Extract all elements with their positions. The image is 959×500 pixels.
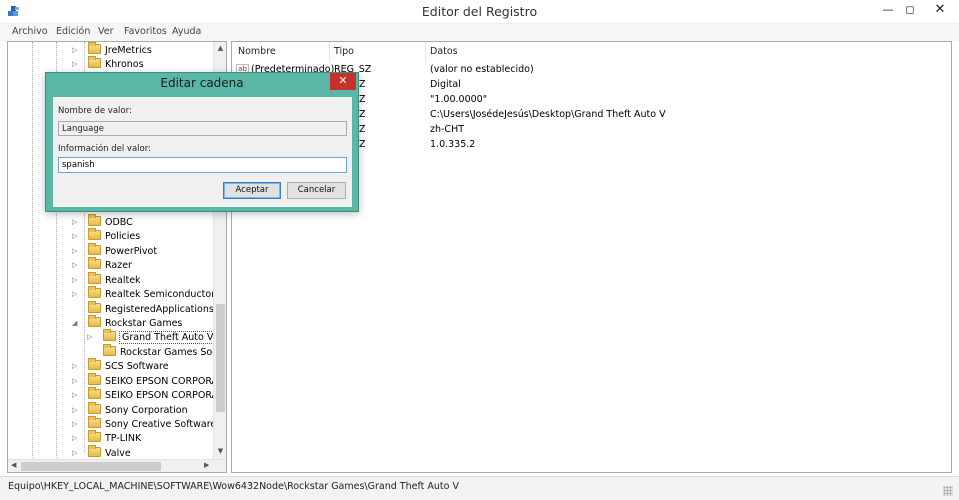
menu-edicion[interactable]: Edición bbox=[56, 26, 90, 37]
folder-icon bbox=[88, 286, 101, 298]
cancel-button[interactable]: Cancelar bbox=[287, 182, 346, 199]
value-data-input[interactable] bbox=[58, 157, 347, 173]
folder-icon bbox=[88, 56, 101, 68]
menu-ver[interactable]: Ver bbox=[98, 26, 114, 37]
tree-item-khronos[interactable]: ▷ Khronos bbox=[72, 56, 144, 72]
tree-guide-line bbox=[32, 42, 33, 460]
expand-icon[interactable]: ▷ bbox=[72, 290, 77, 298]
menu-ayuda[interactable]: Ayuda bbox=[172, 26, 201, 37]
close-icon[interactable]: ✕ bbox=[926, 0, 954, 20]
dialog-title: Editar cadena bbox=[160, 76, 244, 90]
window-title: Editor del Registro bbox=[421, 4, 538, 19]
tree-item-grand-theft-auto-v[interactable]: ▷ Grand Theft Auto V bbox=[87, 329, 217, 345]
scroll-thumb[interactable] bbox=[216, 304, 225, 412]
expand-icon[interactable]: ▷ bbox=[72, 232, 77, 240]
folder-icon bbox=[88, 416, 101, 428]
tree-item-policies[interactable]: ▷ Policies bbox=[72, 228, 140, 244]
scroll-up-icon[interactable]: ▲ bbox=[214, 44, 226, 52]
menu-archivo[interactable]: Archivo bbox=[12, 26, 48, 37]
folder-open-icon bbox=[88, 315, 101, 327]
tree-horizontal-scrollbar[interactable]: ◀ ▶ bbox=[8, 459, 226, 472]
scroll-right-icon[interactable]: ▶ bbox=[204, 461, 209, 469]
tree-item-sony-creative-software[interactable]: ▷ Sony Creative Software bbox=[72, 416, 216, 432]
value-name-field: Language bbox=[58, 121, 347, 136]
column-separator[interactable] bbox=[329, 42, 330, 62]
expand-icon[interactable]: ▷ bbox=[72, 60, 77, 68]
title-bar: Editor del Registro — ◻ ✕ bbox=[0, 0, 959, 24]
column-separator[interactable] bbox=[425, 42, 426, 62]
expand-icon[interactable]: ▷ bbox=[72, 449, 77, 457]
expand-icon[interactable]: ▷ bbox=[72, 362, 77, 370]
scroll-left-icon[interactable]: ◀ bbox=[11, 461, 16, 469]
folder-icon bbox=[88, 243, 101, 255]
tree-item-seiko-epson-2[interactable]: ▷ SEIKO EPSON CORPORAT bbox=[72, 387, 223, 403]
value-name-label: Nombre de valor: bbox=[58, 106, 132, 116]
folder-icon bbox=[88, 387, 101, 399]
value-data-label: Información del valor: bbox=[58, 144, 151, 154]
column-header-tipo[interactable]: Tipo bbox=[334, 46, 354, 57]
folder-icon bbox=[88, 272, 101, 284]
folder-icon bbox=[88, 430, 101, 442]
folder-icon bbox=[88, 358, 101, 370]
expand-icon[interactable]: ▷ bbox=[72, 377, 77, 385]
folder-icon bbox=[88, 402, 101, 414]
scroll-down-icon[interactable]: ▼ bbox=[214, 447, 226, 455]
folder-icon bbox=[88, 42, 101, 54]
folder-icon bbox=[88, 228, 101, 240]
expand-icon[interactable]: ▷ bbox=[72, 261, 77, 269]
tree-item-powerpivot[interactable]: ▷ PowerPivot bbox=[72, 243, 157, 259]
folder-icon bbox=[88, 257, 101, 269]
menu-favoritos[interactable]: Favoritos bbox=[124, 26, 167, 37]
folder-icon bbox=[88, 214, 101, 226]
scroll-thumb[interactable] bbox=[21, 462, 161, 471]
folder-icon bbox=[88, 301, 101, 313]
expand-icon[interactable]: ▷ bbox=[72, 46, 77, 54]
tree-item-tp-link[interactable]: ▷ TP-LINK bbox=[72, 430, 141, 446]
expand-icon[interactable]: ▷ bbox=[72, 434, 77, 442]
dialog-body: Nombre de valor: Language Información de… bbox=[53, 97, 352, 207]
expand-icon[interactable]: ▷ bbox=[72, 276, 77, 284]
folder-icon bbox=[88, 373, 101, 385]
maximize-icon[interactable]: ◻ bbox=[896, 0, 924, 20]
registry-path: Equipo\HKEY_LOCAL_MACHINE\SOFTWARE\Wow64… bbox=[8, 481, 459, 492]
ok-button[interactable]: Aceptar bbox=[223, 182, 281, 199]
collapse-icon[interactable]: ◢ bbox=[72, 319, 77, 327]
expand-icon[interactable]: ▷ bbox=[87, 333, 92, 341]
menu-bar: Archivo Edición Ver Favoritos Ayuda bbox=[0, 24, 959, 41]
edit-string-dialog: Editar cadena ✕ Nombre de valor: Languag… bbox=[45, 72, 359, 212]
tree-item-seiko-epson-1[interactable]: ▷ SEIKO EPSON CORPORAT bbox=[72, 373, 223, 389]
folder-icon bbox=[103, 329, 116, 341]
folder-icon bbox=[103, 344, 116, 356]
tree-item-sony-corporation[interactable]: ▷ Sony Corporation bbox=[72, 402, 188, 418]
tree-item-razer[interactable]: ▷ Razer bbox=[72, 257, 132, 273]
resize-grip-icon[interactable] bbox=[943, 486, 953, 496]
tree-item-rockstar-games-social[interactable]: Rockstar Games Social bbox=[103, 344, 226, 360]
status-bar: Equipo\HKEY_LOCAL_MACHINE\SOFTWARE\Wow64… bbox=[0, 476, 959, 500]
expand-icon[interactable]: ▷ bbox=[72, 391, 77, 399]
tree-item-realtek-semiconductor[interactable]: ▷ Realtek Semiconductor Co bbox=[72, 286, 226, 302]
expand-icon[interactable]: ▷ bbox=[72, 420, 77, 428]
column-header-nombre[interactable]: Nombre bbox=[238, 46, 276, 57]
dialog-close-icon[interactable]: ✕ bbox=[330, 73, 356, 90]
column-header-datos[interactable]: Datos bbox=[430, 46, 458, 57]
folder-icon bbox=[88, 445, 101, 457]
tree-item-jremetrics[interactable]: ▷ JreMetrics bbox=[72, 42, 152, 58]
expand-icon[interactable]: ▷ bbox=[72, 247, 77, 255]
tree-item-scs-software[interactable]: ▷ SCS Software bbox=[72, 358, 169, 374]
expand-icon[interactable]: ▷ bbox=[72, 406, 77, 414]
expand-icon[interactable]: ▷ bbox=[72, 218, 77, 226]
tree-item-registeredapplications[interactable]: RegisteredApplications bbox=[88, 301, 214, 317]
